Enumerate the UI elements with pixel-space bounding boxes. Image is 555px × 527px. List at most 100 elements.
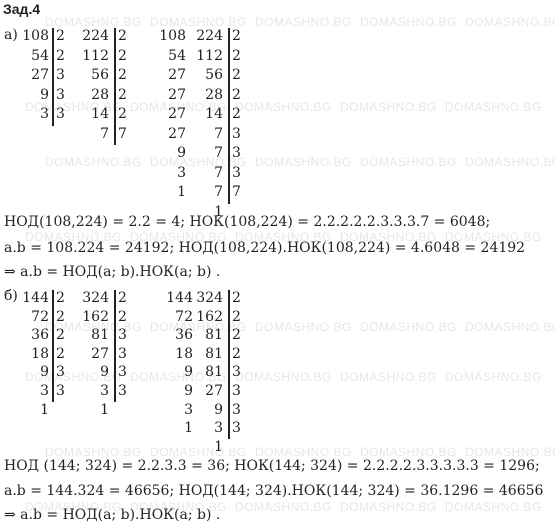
- b-col1-divisor: 2: [56, 308, 65, 325]
- watermark-text: DOMASHNO.BG: [445, 100, 542, 114]
- a-col1-divisor: 3: [56, 106, 65, 122]
- a-col1-number: 27: [31, 67, 49, 83]
- b-col1-number: 9: [40, 364, 49, 381]
- a-col3-number: 1: [177, 184, 186, 200]
- b-col3-number: 144: [166, 290, 193, 306]
- b-col2-number: 81: [91, 327, 109, 344]
- a-col2-number: 112: [82, 47, 109, 64]
- b-col1-number: 3: [40, 383, 49, 399]
- page-title: Зад.4: [3, 1, 41, 17]
- b-col1-divisor: 2: [56, 345, 65, 362]
- b-col3b-divisor: 3: [232, 364, 241, 381]
- a-col2-divider-line: [114, 28, 116, 145]
- watermark-text: DOMASHNO.BG: [465, 320, 555, 334]
- b-col2-number: 3: [100, 383, 109, 399]
- b-col2-number: 324: [82, 290, 109, 306]
- b-col3b-number: 324: [196, 290, 223, 306]
- watermark-text: DOMASHNO.BG: [465, 15, 555, 29]
- a-col3b-number: 7: [214, 125, 223, 142]
- b-col3b-number: 1: [214, 438, 223, 455]
- a-col3-number: 27: [168, 67, 186, 83]
- b-col2-number: 1: [100, 401, 109, 418]
- a-col3-number: 27: [168, 86, 186, 103]
- a-col1-number: 54: [31, 47, 49, 64]
- a-col3-number: 9: [177, 145, 186, 161]
- watermark-text: DOMASHNO.BG: [255, 155, 352, 169]
- watermark-text: DOMASHNO.BG: [340, 500, 437, 514]
- b-col3b-divisor: 3: [232, 383, 241, 399]
- watermark-text: DOMASHNO.BG: [360, 445, 457, 459]
- part-b-line-1: НОД (144; 324) = 2.2.3.3 = 36; НОК(144; …: [4, 458, 540, 474]
- a-col2-divisor: 2: [118, 67, 127, 83]
- a-col3b-divider-line: [228, 28, 230, 204]
- b-col3-number: 36: [175, 327, 193, 344]
- b-col3b-divisor: 2: [232, 308, 241, 325]
- watermark-text: DOMASHNO.BG: [445, 500, 542, 514]
- b-col1-divisor: 2: [56, 327, 65, 344]
- a-col3b-number: 7: [214, 145, 223, 161]
- b-col3b-number: 81: [205, 345, 223, 362]
- a-col3b-number: 7: [214, 184, 223, 200]
- part-b-line-3: ⇒ a.b = НОД(a; b).НОК(a; b) .: [4, 507, 221, 523]
- b-col1-number: 36: [31, 327, 49, 344]
- b-col3b-number: 27: [205, 383, 223, 399]
- a-col3b-divisor: 2: [232, 86, 241, 103]
- a-col2-divisor: 2: [118, 28, 127, 44]
- a-col3b-number: 112: [196, 47, 223, 64]
- watermark-text: DOMASHNO.BG: [45, 445, 142, 459]
- a-col3b-number: 14: [205, 106, 223, 122]
- watermark-text: DOMASHNO.BG: [340, 100, 437, 114]
- b-col3b-number: 9: [214, 401, 223, 418]
- a-col3b-number: 28: [205, 86, 223, 103]
- a-col1-divisor: 2: [56, 28, 65, 44]
- b-col2-divisor: 3: [118, 383, 127, 399]
- watermark-text: DOMASHNO.BG: [150, 15, 247, 29]
- b-col1-divisor: 3: [56, 364, 65, 381]
- a-col3b-number: 56: [205, 67, 223, 83]
- a-col1-divider-line: [52, 28, 54, 126]
- watermark-text: DOMASHNO.BG: [360, 155, 457, 169]
- a-col2-number: 7: [100, 125, 109, 142]
- b-col3-number: 18: [175, 345, 193, 362]
- b-col1-divider-line: [52, 290, 54, 402]
- b-col3b-number: 81: [205, 327, 223, 344]
- a-col2-divisor: 2: [118, 86, 127, 103]
- b-col1-number: 144: [22, 290, 49, 306]
- b-col2-number: 162: [82, 308, 109, 325]
- a-col1-number: 108: [22, 28, 49, 44]
- part-a-line-3: ⇒ a.b = НОД(a; b).НОК(a; b) .: [4, 264, 221, 280]
- watermark-text: DOMASHNO.BG: [235, 370, 332, 384]
- a-col3-number: 54: [168, 47, 186, 64]
- b-col2-number: 9: [100, 364, 109, 381]
- b-col2-divider-line: [114, 290, 116, 402]
- a-col3b-divisor: 2: [232, 67, 241, 83]
- a-col1-number: 9: [40, 86, 49, 103]
- b-col3-number: 9: [184, 364, 193, 381]
- a-col3b-divisor: 3: [232, 145, 241, 161]
- watermark-text: DOMASHNO.BG: [340, 370, 437, 384]
- b-col1-divisor: 2: [56, 290, 65, 306]
- b-col3b-divisor: 3: [232, 401, 241, 418]
- b-col2-divisor: 3: [118, 364, 127, 381]
- watermark-text: DOMASHNO.BG: [465, 155, 555, 169]
- b-col3b-number: 3: [214, 420, 223, 437]
- b-col3b-divider-line: [228, 290, 230, 439]
- b-col2-divisor: 3: [118, 345, 127, 362]
- b-col3b-number: 162: [196, 308, 223, 325]
- a-col2-number: 224: [82, 28, 109, 44]
- watermark-text: DOMASHNO.BG: [255, 15, 352, 29]
- a-col1-number: 3: [40, 106, 49, 122]
- b-col3-number: 9: [184, 383, 193, 399]
- a-col2-divisor: 2: [118, 106, 127, 122]
- b-col3b-divisor: 3: [232, 420, 241, 437]
- a-col3b-divisor: 2: [232, 47, 241, 64]
- part-b-line-2: a.b = 144.324 = 46656; НОД(144; 324).НОК…: [4, 483, 544, 499]
- a-col3b-divisor: 3: [232, 125, 241, 142]
- a-col1-divisor: 2: [56, 47, 65, 64]
- a-col2-number: 28: [91, 86, 109, 103]
- b-col3-number: 3: [184, 401, 193, 418]
- b-col2-number: 27: [91, 345, 109, 362]
- part-a-line-2: a.b = 108.224 = 24192; НОД(108,224).НОК(…: [4, 240, 526, 256]
- a-col3b-divisor: 3: [232, 164, 241, 181]
- watermark-text: DOMASHNO.BG: [45, 15, 142, 29]
